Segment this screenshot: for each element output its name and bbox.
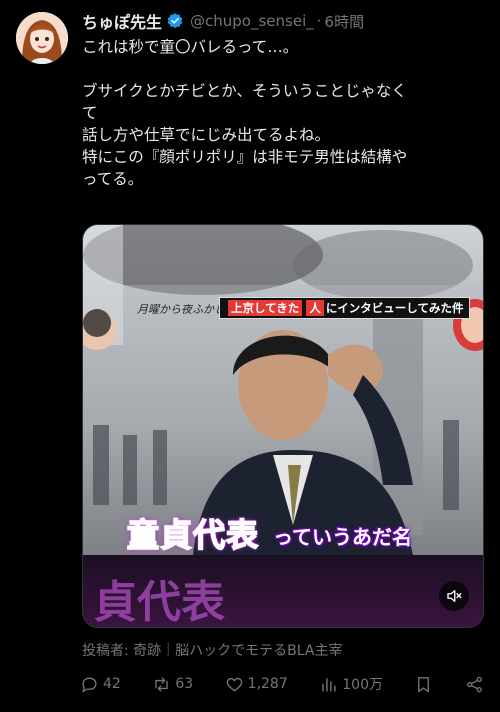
user-handle[interactable]: @chupo_sensei_ xyxy=(190,12,314,30)
banner-text: にインタビューしてみた件 xyxy=(325,301,464,315)
views-count: 100万 xyxy=(342,677,383,693)
share-button[interactable] xyxy=(465,675,484,694)
analytics-icon xyxy=(322,677,336,692)
banner-highlight: 上京してきた xyxy=(228,300,303,316)
tweet-text: これは秒で童〇バレるって…。 ブサイクとかチビとか、そういうことじゃなく て 話… xyxy=(82,36,482,190)
timestamp[interactable]: 6時間 xyxy=(325,11,365,32)
video-caption-large: 童貞代表 xyxy=(126,515,260,555)
tweet-header: ちゅぽ先生 @chupo_sensei_ · 6時間 xyxy=(82,10,364,32)
speaker-muted-icon xyxy=(447,590,462,602)
tweet-line: て xyxy=(82,104,98,122)
source-attribution[interactable]: 投稿者: 奇跡｜脳ハックでモテるBLA主宰 xyxy=(82,640,342,660)
video-frame: 貞代表 xyxy=(83,225,483,628)
display-name[interactable]: ちゅぽ先生 xyxy=(82,9,162,33)
like-button[interactable]: 1,287 xyxy=(225,675,288,694)
svg-text:貞代表: 貞代表 xyxy=(93,577,225,628)
like-count: 1,287 xyxy=(247,676,288,692)
share-icon xyxy=(467,676,482,692)
avatar[interactable] xyxy=(16,12,68,64)
show-logo-text: 月曜から夜ふかし xyxy=(137,303,225,316)
tweet-line: ってる。 xyxy=(82,170,144,188)
video-player[interactable]: 貞代表 月曜から夜ふかし 上京してきた 人 にインタビューしてみた件 童貞代表 … xyxy=(82,224,484,628)
reply-count: 42 xyxy=(103,676,121,692)
video-caption-small: っていうあだ名 xyxy=(273,525,412,549)
action-bar: 42 63 1,287 100万 xyxy=(80,672,484,696)
bookmark-icon xyxy=(418,676,430,692)
bookmark-button[interactable] xyxy=(414,675,433,694)
reply-button[interactable]: 42 xyxy=(80,675,121,694)
tweet-line: ブサイクとかチビとか、そういうことじゃなく xyxy=(82,82,407,100)
video-banner: 上京してきた 人 にインタビューしてみた件 xyxy=(219,297,471,319)
repost-button[interactable]: 63 xyxy=(152,675,193,694)
repost-icon xyxy=(155,676,169,692)
repost-count: 63 xyxy=(175,676,194,692)
banner-highlight-person: 人 xyxy=(306,300,324,316)
heart-icon xyxy=(226,677,242,692)
views-button[interactable]: 100万 xyxy=(319,674,383,694)
tweet-line-gap xyxy=(82,58,482,80)
reply-icon xyxy=(82,676,97,692)
verified-badge-icon xyxy=(166,12,184,30)
mute-button[interactable] xyxy=(439,581,469,611)
separator-dot: · xyxy=(316,12,322,30)
tweet-line: 特にこの『顔ポリポリ』は非モテ男性は結構や xyxy=(82,148,408,166)
avatar-illustration xyxy=(16,12,68,64)
tweet-line: 話し方や仕草でにじみ出てるよね。 xyxy=(82,126,331,144)
tweet-line: これは秒で童〇バレるって…。 xyxy=(82,38,299,56)
